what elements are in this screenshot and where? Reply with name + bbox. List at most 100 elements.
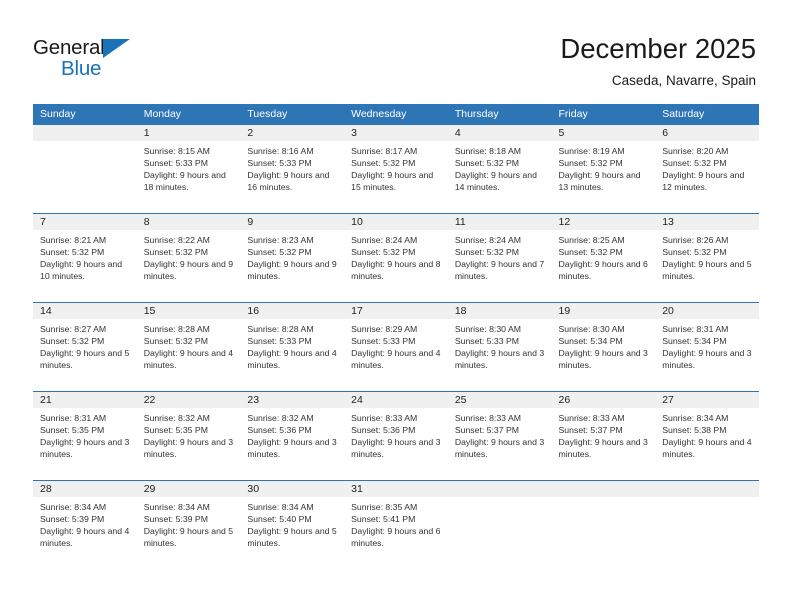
day-number: 17 bbox=[344, 303, 448, 319]
day-cell[interactable]: 12 Sunrise: 8:25 AM Sunset: 5:32 PM Dayligh… bbox=[551, 214, 656, 302]
weekday-header-row: Sunday Monday Tuesday Wednesday Thursday… bbox=[33, 104, 759, 125]
day-cell[interactable]: 17 Sunrise: 8:29 AM Sunset: 5:33 PM Dayligh… bbox=[344, 303, 448, 391]
day-cell[interactable]: 31 Sunrise: 8:35 AM Sunset: 5:41 PM Dayligh… bbox=[344, 481, 448, 569]
day-cell-empty bbox=[551, 481, 656, 569]
day-cell[interactable]: 18 Sunrise: 8:30 AM Sunset: 5:33 PM Dayligh… bbox=[447, 303, 552, 391]
day-number: 25 bbox=[447, 392, 552, 408]
sunset-text: Sunset: 5:37 PM bbox=[454, 425, 520, 436]
day-details: Sunrise: 8:30 AM Sunset: 5:33 PM Daylight:… bbox=[448, 319, 552, 371]
day-number: 7 bbox=[33, 214, 137, 230]
day-details: Sunrise: 8:19 AM Sunset: 5:32 PM Daylight:… bbox=[552, 141, 656, 193]
day-cell[interactable]: 26 Sunrise: 8:33 AM Sunset: 5:37 PM Dayligh… bbox=[551, 392, 656, 480]
sunset-text: Sunset: 5:33 PM bbox=[351, 336, 416, 347]
day-details: Sunrise: 8:22 AM Sunset: 5:32 PM Daylight:… bbox=[137, 230, 241, 282]
sunset-text: Sunset: 5:32 PM bbox=[351, 247, 416, 258]
sunrise-text: Sunrise: 8:31 AM bbox=[662, 324, 729, 334]
day-details: Sunrise: 8:16 AM Sunset: 5:33 PM Daylight:… bbox=[240, 141, 344, 193]
day-cell[interactable]: 6 Sunrise: 8:20 AM Sunset: 5:32 PM Daylight… bbox=[655, 125, 759, 213]
daylight-text: Daylight: 9 hours and 3 minutes. bbox=[662, 348, 752, 371]
day-number: 21 bbox=[33, 392, 137, 408]
sunrise-text: Sunrise: 8:31 AM bbox=[40, 413, 107, 423]
day-cell[interactable]: 21 Sunrise: 8:31 AM Sunset: 5:35 PM Dayligh… bbox=[33, 392, 137, 480]
sunset-text: Sunset: 5:40 PM bbox=[247, 514, 312, 525]
day-number bbox=[447, 481, 552, 497]
sunset-text: Sunset: 5:41 PM bbox=[351, 514, 416, 525]
day-cell[interactable]: 22 Sunrise: 8:32 AM Sunset: 5:35 PM Dayligh… bbox=[136, 392, 241, 480]
brand-logo[interactable]: General Blue bbox=[33, 36, 163, 82]
day-number: 15 bbox=[136, 303, 241, 319]
day-cell[interactable]: 4 Sunrise: 8:18 AM Sunset: 5:32 PM Daylight… bbox=[447, 125, 552, 213]
daylight-text: Daylight: 9 hours and 4 minutes. bbox=[247, 348, 337, 371]
day-cell[interactable]: 10 Sunrise: 8:24 AM Sunset: 5:32 PM Dayligh… bbox=[344, 214, 448, 302]
day-cell[interactable]: 7 Sunrise: 8:21 AM Sunset: 5:32 PM Daylight… bbox=[33, 214, 137, 302]
day-cell[interactable]: 1 Sunrise: 8:15 AM Sunset: 5:33 PM Daylight… bbox=[136, 125, 241, 213]
day-number: 20 bbox=[655, 303, 759, 319]
day-details: Sunrise: 8:29 AM Sunset: 5:33 PM Daylight:… bbox=[344, 319, 448, 371]
sunset-text: Sunset: 5:32 PM bbox=[662, 158, 727, 169]
day-number bbox=[655, 481, 759, 497]
weekday-header-friday: Friday bbox=[558, 108, 588, 120]
day-cell[interactable]: 15 Sunrise: 8:28 AM Sunset: 5:32 PM Dayligh… bbox=[136, 303, 241, 391]
sunrise-text: Sunrise: 8:35 AM bbox=[351, 502, 418, 512]
day-cell[interactable]: 13 Sunrise: 8:26 AM Sunset: 5:32 PM Dayligh… bbox=[655, 214, 759, 302]
title-block: December 2025 Caseda, Navarre, Spain bbox=[560, 32, 756, 91]
daylight-text: Daylight: 9 hours and 9 minutes. bbox=[143, 259, 234, 282]
sunset-text: Sunset: 5:32 PM bbox=[454, 247, 520, 258]
daylight-text: Daylight: 9 hours and 4 minutes. bbox=[40, 526, 130, 549]
sunrise-text: Sunrise: 8:24 AM bbox=[351, 235, 418, 245]
sunset-text: Sunset: 5:32 PM bbox=[143, 336, 208, 347]
day-cell[interactable]: 25 Sunrise: 8:33 AM Sunset: 5:37 PM Dayligh… bbox=[447, 392, 552, 480]
day-details: Sunrise: 8:28 AM Sunset: 5:33 PM Daylight:… bbox=[240, 319, 344, 371]
day-cell[interactable]: 19 Sunrise: 8:30 AM Sunset: 5:34 PM Dayligh… bbox=[551, 303, 656, 391]
day-cell[interactable]: 11 Sunrise: 8:24 AM Sunset: 5:32 PM Dayligh… bbox=[447, 214, 552, 302]
day-number: 26 bbox=[551, 392, 656, 408]
sunrise-text: Sunrise: 8:24 AM bbox=[454, 235, 521, 245]
weekday-header-tuesday: Tuesday bbox=[247, 108, 288, 120]
sunset-text: Sunset: 5:34 PM bbox=[558, 336, 623, 347]
day-cell[interactable]: 8 Sunrise: 8:22 AM Sunset: 5:32 PM Daylight… bbox=[136, 214, 241, 302]
day-cell[interactable]: 2 Sunrise: 8:16 AM Sunset: 5:33 PM Daylight… bbox=[240, 125, 345, 213]
day-details: Sunrise: 8:33 AM Sunset: 5:37 PM Daylight:… bbox=[448, 408, 552, 460]
sunrise-text: Sunrise: 8:26 AM bbox=[662, 235, 729, 245]
day-cell[interactable]: 29 Sunrise: 8:34 AM Sunset: 5:39 PM Dayligh… bbox=[136, 481, 241, 569]
day-number: 2 bbox=[240, 125, 345, 141]
calendar-grid: Sunday Monday Tuesday Wednesday Thursday… bbox=[33, 104, 759, 569]
day-number: 18 bbox=[447, 303, 552, 319]
daylight-text: Daylight: 9 hours and 5 minutes. bbox=[143, 526, 234, 549]
weekday-header-sunday: Sunday bbox=[40, 108, 76, 120]
daylight-text: Daylight: 9 hours and 18 minutes. bbox=[143, 170, 226, 193]
page-title: December 2025 bbox=[560, 33, 756, 64]
sunset-text: Sunset: 5:35 PM bbox=[143, 425, 208, 436]
day-cell[interactable]: 28 Sunrise: 8:34 AM Sunset: 5:39 PM Dayligh… bbox=[33, 481, 137, 569]
daylight-text: Daylight: 9 hours and 3 minutes. bbox=[454, 348, 545, 371]
day-number: 4 bbox=[447, 125, 552, 141]
sunset-text: Sunset: 5:32 PM bbox=[143, 247, 208, 258]
day-cell[interactable]: 30 Sunrise: 8:34 AM Sunset: 5:40 PM Dayligh… bbox=[240, 481, 345, 569]
sunrise-text: Sunrise: 8:25 AM bbox=[558, 235, 625, 245]
daylight-text: Daylight: 9 hours and 8 minutes. bbox=[351, 259, 441, 282]
day-cell[interactable]: 3 Sunrise: 8:17 AM Sunset: 5:32 PM Daylight… bbox=[344, 125, 448, 213]
day-number: 3 bbox=[344, 125, 448, 141]
day-cell-empty bbox=[33, 125, 137, 213]
daylight-text: Daylight: 9 hours and 3 minutes. bbox=[143, 437, 234, 460]
day-cell[interactable]: 16 Sunrise: 8:28 AM Sunset: 5:33 PM Dayligh… bbox=[240, 303, 345, 391]
day-number: 1 bbox=[136, 125, 241, 141]
daylight-text: Daylight: 9 hours and 4 minutes. bbox=[662, 437, 752, 460]
weekday-header-saturday: Saturday bbox=[662, 108, 705, 120]
sunset-text: Sunset: 5:35 PM bbox=[40, 425, 105, 436]
day-cell-empty bbox=[447, 481, 552, 569]
day-cell[interactable]: 27 Sunrise: 8:34 AM Sunset: 5:38 PM Dayligh… bbox=[655, 392, 759, 480]
day-cell[interactable]: 5 Sunrise: 8:19 AM Sunset: 5:32 PM Daylight… bbox=[551, 125, 656, 213]
day-number: 12 bbox=[551, 214, 656, 230]
page-header: General Blue December 2025 Caseda, Navar… bbox=[0, 0, 792, 104]
day-cell[interactable]: 14 Sunrise: 8:27 AM Sunset: 5:32 PM Dayligh… bbox=[33, 303, 137, 391]
brand-name-blue: Blue bbox=[61, 57, 102, 80]
day-cell[interactable]: 20 Sunrise: 8:31 AM Sunset: 5:34 PM Dayligh… bbox=[655, 303, 759, 391]
daylight-text: Daylight: 9 hours and 6 minutes. bbox=[351, 526, 441, 549]
daylight-text: Daylight: 9 hours and 3 minutes. bbox=[558, 348, 648, 371]
day-cell[interactable]: 23 Sunrise: 8:32 AM Sunset: 5:36 PM Dayligh… bbox=[240, 392, 345, 480]
day-cell[interactable]: 24 Sunrise: 8:33 AM Sunset: 5:36 PM Dayligh… bbox=[344, 392, 448, 480]
day-details: Sunrise: 8:26 AM Sunset: 5:32 PM Daylight:… bbox=[655, 230, 759, 282]
day-cell[interactable]: 9 Sunrise: 8:23 AM Sunset: 5:32 PM Daylight… bbox=[240, 214, 345, 302]
week-row: 1 Sunrise: 8:15 AM Sunset: 5:33 PM Daylight… bbox=[33, 125, 759, 213]
